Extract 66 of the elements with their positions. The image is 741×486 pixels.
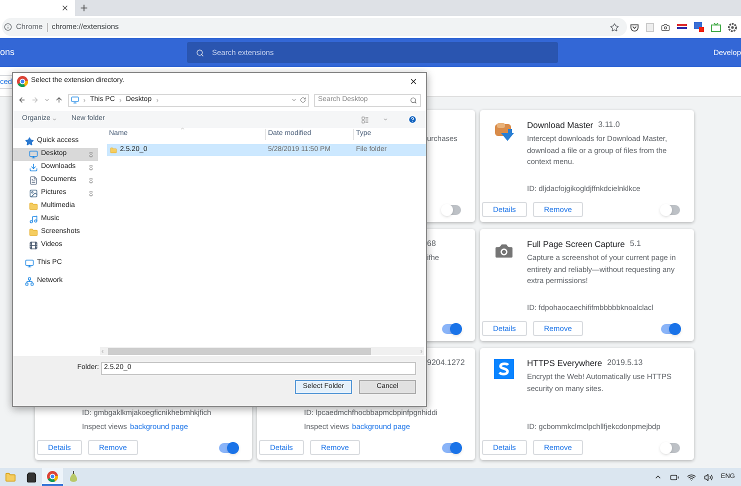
up-arrow-icon[interactable] (55, 96, 63, 104)
tray-caret-icon[interactable] (654, 473, 662, 481)
chevron-icon[interactable] (118, 98, 123, 102)
gear-icon[interactable] (728, 22, 737, 32)
extension-name: HTTPS Everywhere (527, 356, 602, 370)
chevron-icon[interactable] (154, 98, 160, 102)
battery-icon[interactable] (670, 472, 679, 482)
toggle-switch[interactable] (219, 442, 238, 452)
close-icon[interactable] (61, 4, 69, 12)
folder-icon (110, 146, 117, 154)
pear-icon (69, 471, 78, 483)
network-icon[interactable] (686, 472, 696, 482)
bars-extension-icon[interactable] (677, 23, 687, 31)
music-note-icon (29, 215, 38, 224)
horizontal-scrollbar[interactable] (100, 347, 424, 355)
document-icon (29, 176, 38, 185)
toggle-switch[interactable] (661, 442, 680, 452)
window-extension-icon[interactable] (694, 22, 704, 32)
camera-icon[interactable] (661, 22, 670, 32)
extension-name: Full Page Screen Capture (527, 238, 625, 250)
toggle-switch[interactable] (442, 442, 461, 452)
dropdown-caret-icon[interactable] (291, 97, 297, 103)
new-tab-icon[interactable] (79, 3, 89, 13)
tv-extension-icon[interactable] (711, 22, 721, 32)
view-options-icon[interactable] (361, 116, 369, 124)
chevron-icon[interactable] (82, 98, 87, 102)
shopping-bag-icon (26, 472, 37, 482)
download-icon (29, 163, 38, 172)
bookmark-star-icon[interactable] (610, 22, 619, 32)
monitor-icon (71, 96, 79, 104)
scrollbar-thumb[interactable] (108, 348, 371, 354)
extension-version: 5.1 (630, 238, 641, 250)
help-icon[interactable] (408, 115, 417, 124)
page-title: ons (0, 46, 16, 59)
s-logo-icon (494, 359, 514, 379)
search-icon (196, 48, 204, 56)
film-icon (29, 241, 38, 250)
folder-icon (5, 472, 16, 482)
info-icon[interactable] (4, 23, 12, 31)
caret-icon[interactable] (383, 117, 388, 122)
chrome-logo-icon (47, 470, 58, 482)
folder-icon (29, 228, 38, 237)
extension-version: 3.11.0 (598, 119, 620, 131)
network-icon (25, 277, 34, 286)
search-icon (410, 96, 417, 104)
refresh-icon[interactable] (300, 97, 306, 103)
extension-version: 68 (426, 238, 436, 250)
volume-icon[interactable] (704, 472, 713, 482)
toggle-switch[interactable] (661, 324, 680, 334)
pocket-icon[interactable] (630, 22, 639, 32)
folder-icon (29, 202, 38, 211)
caret-icon (52, 117, 58, 122)
back-arrow-icon[interactable] (18, 96, 26, 104)
toggle-switch[interactable] (442, 204, 461, 214)
sort-caret-icon (180, 126, 185, 131)
toggle-switch[interactable] (442, 324, 461, 334)
monitor-icon (29, 150, 38, 159)
close-icon[interactable] (409, 76, 418, 86)
extension-version: 9204.1272 (426, 357, 465, 369)
chrome-logo-icon (17, 76, 28, 86)
picture-icon (29, 189, 38, 198)
toggle-switch[interactable] (661, 204, 680, 214)
extension-name: Download Master (527, 118, 594, 132)
monitor-icon (25, 259, 34, 268)
star-icon (25, 137, 34, 146)
extension-version: 2019.5.13 (607, 357, 643, 369)
